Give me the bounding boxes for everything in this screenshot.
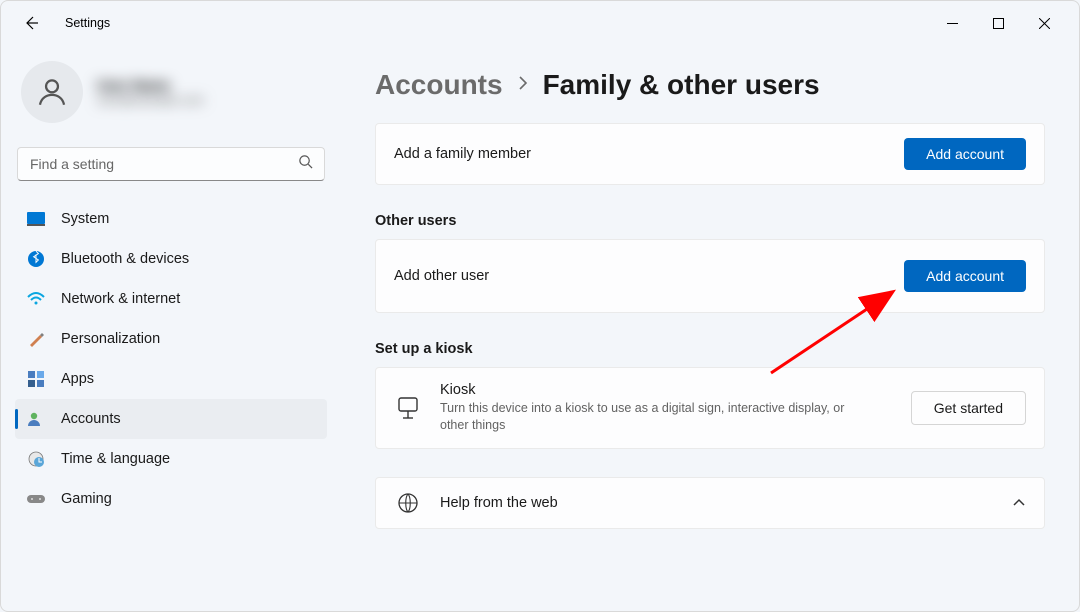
sidebar-item-network[interactable]: Network & internet xyxy=(15,279,327,319)
kiosk-header: Set up a kiosk xyxy=(375,341,1045,357)
profile-block[interactable]: User Name user@example.com xyxy=(15,55,327,135)
page-title: Family & other users xyxy=(543,69,820,101)
system-icon xyxy=(27,210,45,228)
family-member-card: Add a family member Add account xyxy=(375,123,1045,185)
window-controls xyxy=(929,7,1067,39)
profile-email: user@example.com xyxy=(97,93,204,107)
sidebar-item-gaming[interactable]: Gaming xyxy=(15,479,327,519)
titlebar: Settings xyxy=(1,1,1079,45)
other-user-card: Add other user Add account xyxy=(375,239,1045,313)
sidebar: User Name user@example.com System Blueto… xyxy=(1,45,341,611)
breadcrumb: Accounts Family & other users xyxy=(375,69,1045,101)
paintbrush-icon xyxy=(27,330,45,348)
sidebar-item-time-language[interactable]: Time & language xyxy=(15,439,327,479)
breadcrumb-parent[interactable]: Accounts xyxy=(375,69,503,101)
add-other-account-button[interactable]: Add account xyxy=(904,260,1026,292)
apps-icon xyxy=(27,370,45,388)
sidebar-item-label: Network & internet xyxy=(61,291,180,307)
sidebar-item-label: System xyxy=(61,211,109,227)
sidebar-item-label: Time & language xyxy=(61,451,170,467)
sidebar-item-label: Apps xyxy=(61,371,94,387)
settings-window: Settings User Name user@example.com xyxy=(0,0,1080,612)
help-card[interactable]: Help from the web xyxy=(375,477,1045,529)
globe-icon xyxy=(394,492,422,514)
gaming-icon xyxy=(27,490,45,508)
sidebar-item-label: Accounts xyxy=(61,411,121,427)
person-icon xyxy=(35,75,69,109)
wifi-icon xyxy=(27,290,45,308)
maximize-button[interactable] xyxy=(975,7,1021,39)
close-icon xyxy=(1039,18,1050,29)
app-title: Settings xyxy=(65,16,110,30)
chevron-up-icon xyxy=(1012,494,1026,512)
clock-globe-icon xyxy=(27,450,45,468)
content-area: User Name user@example.com System Blueto… xyxy=(1,45,1079,611)
family-member-title: Add a family member xyxy=(394,146,531,162)
minimize-icon xyxy=(947,18,958,29)
sidebar-item-label: Gaming xyxy=(61,491,112,507)
search-input[interactable] xyxy=(17,147,325,181)
kiosk-desc: Turn this device into a kiosk to use as … xyxy=(440,400,860,434)
search-icon xyxy=(298,154,313,174)
sidebar-nav: System Bluetooth & devices Network & int… xyxy=(15,199,327,519)
bluetooth-icon xyxy=(27,250,45,268)
sidebar-item-label: Personalization xyxy=(61,331,160,347)
kiosk-get-started-button[interactable]: Get started xyxy=(911,391,1026,425)
other-users-header: Other users xyxy=(375,213,1045,229)
add-family-account-button[interactable]: Add account xyxy=(904,138,1026,170)
sidebar-item-bluetooth[interactable]: Bluetooth & devices xyxy=(15,239,327,279)
profile-text: User Name user@example.com xyxy=(97,77,204,107)
kiosk-title: Kiosk xyxy=(440,382,860,398)
sidebar-item-personalization[interactable]: Personalization xyxy=(15,319,327,359)
back-button[interactable] xyxy=(21,13,41,33)
kiosk-text: Kiosk Turn this device into a kiosk to u… xyxy=(440,382,860,434)
chevron-right-icon xyxy=(517,75,529,96)
profile-name: User Name xyxy=(97,77,204,93)
sidebar-item-system[interactable]: System xyxy=(15,199,327,239)
other-user-title: Add other user xyxy=(394,268,489,284)
accounts-icon xyxy=(27,410,45,428)
sidebar-item-label: Bluetooth & devices xyxy=(61,251,189,267)
help-title: Help from the web xyxy=(440,495,558,511)
arrow-left-icon xyxy=(23,15,39,31)
main-panel[interactable]: Accounts Family & other users Add a fami… xyxy=(341,45,1079,611)
avatar xyxy=(21,61,83,123)
kiosk-icon xyxy=(394,396,422,420)
search-wrap xyxy=(17,147,325,181)
kiosk-card: Kiosk Turn this device into a kiosk to u… xyxy=(375,367,1045,449)
sidebar-item-apps[interactable]: Apps xyxy=(15,359,327,399)
sidebar-item-accounts[interactable]: Accounts xyxy=(15,399,327,439)
minimize-button[interactable] xyxy=(929,7,975,39)
close-button[interactable] xyxy=(1021,7,1067,39)
maximize-icon xyxy=(993,18,1004,29)
